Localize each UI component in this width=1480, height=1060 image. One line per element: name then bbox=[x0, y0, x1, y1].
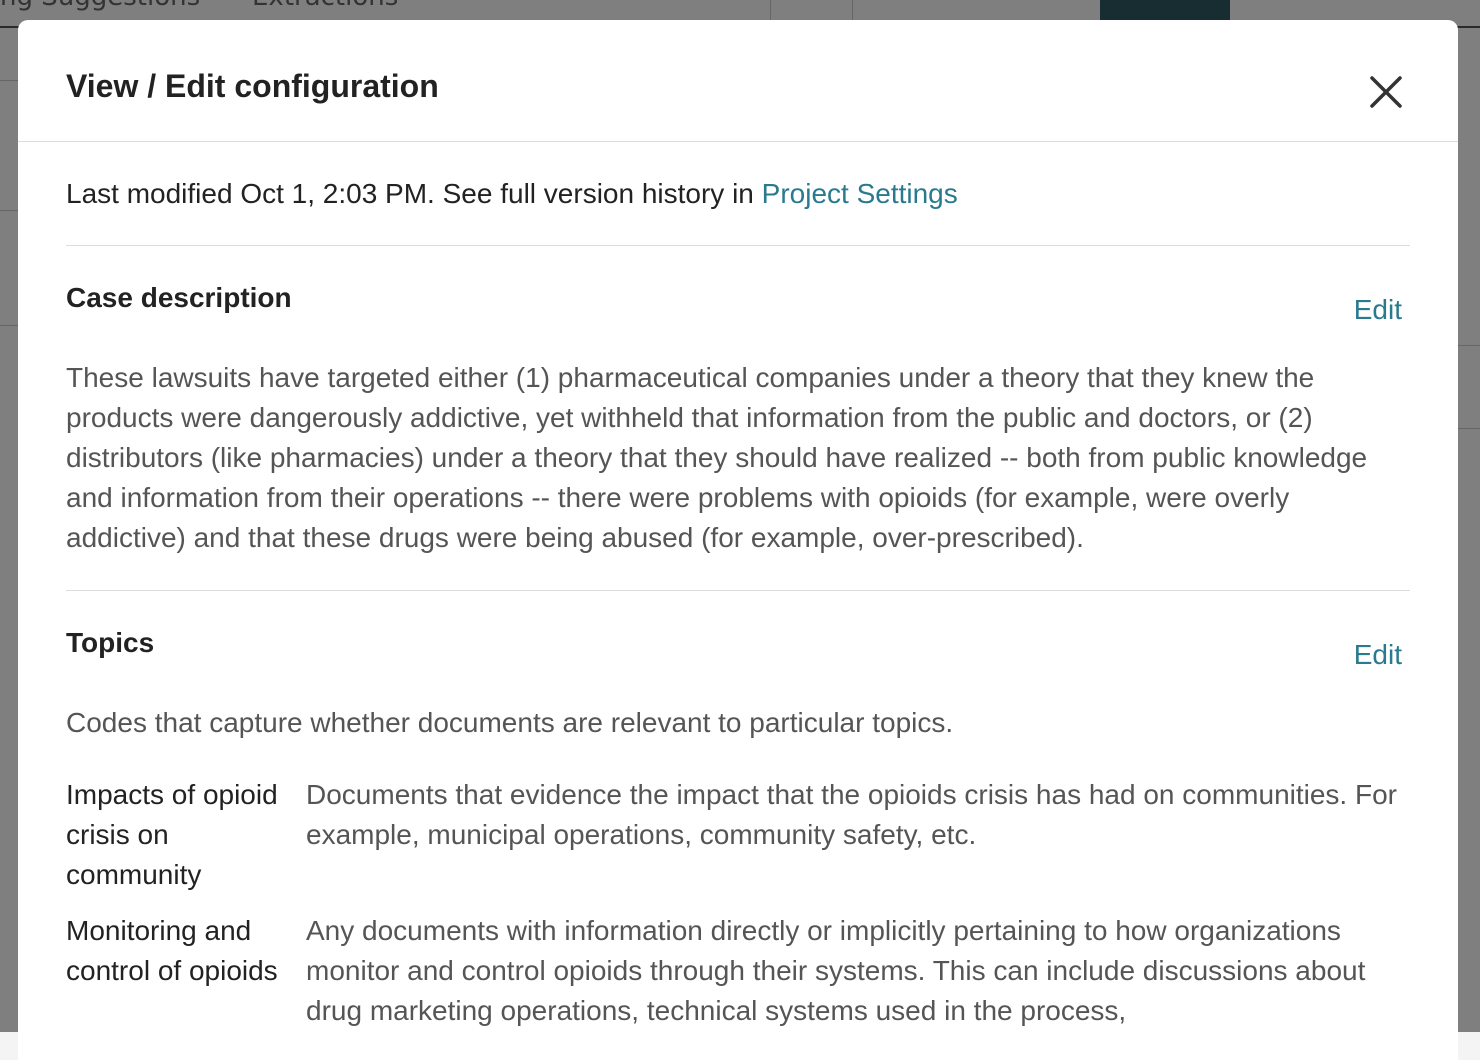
modal-header: View / Edit configuration bbox=[18, 20, 1458, 142]
topics-edit-link[interactable]: Edit bbox=[1354, 639, 1402, 671]
case-description-text: These lawsuits have targeted either (1) … bbox=[66, 326, 1410, 590]
topics-description: Codes that capture whether documents are… bbox=[66, 671, 1410, 743]
section-header: Topics Edit bbox=[66, 591, 1410, 671]
topic-row: Monitoring and control of opioids Any do… bbox=[66, 911, 1410, 1031]
topic-row: Impacts of opioid crisis on community Do… bbox=[66, 775, 1410, 895]
last-modified-line: Last modified Oct 1, 2:03 PM. See full v… bbox=[66, 176, 1410, 246]
topic-name: Impacts of opioid crisis on community bbox=[66, 775, 306, 895]
topic-description: Any documents with information directly … bbox=[306, 911, 1410, 1031]
close-button[interactable] bbox=[1366, 72, 1406, 112]
project-settings-link[interactable]: Project Settings bbox=[762, 178, 958, 209]
topics-section: Topics Edit Codes that capture whether d… bbox=[66, 591, 1410, 1031]
topics-title: Topics bbox=[66, 627, 154, 659]
section-header: Case description Edit bbox=[66, 246, 1410, 326]
modal-body: Last modified Oct 1, 2:03 PM. See full v… bbox=[18, 176, 1458, 1031]
close-icon bbox=[1366, 72, 1406, 112]
case-description-edit-link[interactable]: Edit bbox=[1354, 294, 1402, 326]
config-modal: View / Edit configuration Last modified … bbox=[18, 20, 1458, 1060]
last-modified-text: Last modified Oct 1, 2:03 PM. See full v… bbox=[66, 178, 762, 209]
topic-name: Monitoring and control of opioids bbox=[66, 911, 306, 1031]
modal-title: View / Edit configuration bbox=[66, 68, 439, 105]
case-description-section: Case description Edit These lawsuits hav… bbox=[66, 246, 1410, 591]
case-description-title: Case description bbox=[66, 282, 292, 314]
topic-description: Documents that evidence the impact that … bbox=[306, 775, 1410, 895]
